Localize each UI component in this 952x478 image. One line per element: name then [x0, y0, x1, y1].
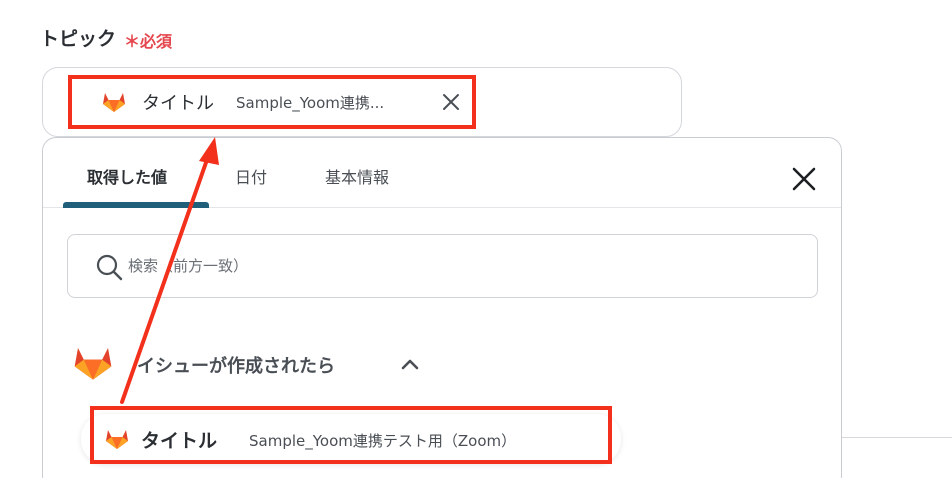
group-header-issue-created[interactable]: イシューが作成されたら [73, 334, 573, 394]
list-item[interactable]: タイトル Sample_Yoom連携テスト用（Zoom） [81, 414, 621, 464]
chevron-up-icon [401, 359, 419, 370]
group-label: イシューが作成されたら [137, 356, 335, 377]
search-icon [96, 254, 123, 281]
gitlab-icon [102, 91, 126, 113]
chip-value: Sample_Yoom連携... [236, 94, 385, 112]
search-box [67, 234, 818, 298]
required-badge: ＊必須 [124, 28, 172, 52]
search-input[interactable] [128, 249, 768, 283]
item-title: タイトル [141, 430, 218, 452]
chip-title: タイトル [142, 93, 214, 114]
tab-date[interactable]: 日付 [235, 164, 267, 188]
active-tab-indicator [63, 202, 209, 208]
required-text: 必須 [140, 32, 173, 51]
close-icon[interactable] [790, 165, 818, 193]
selected-value-chip[interactable]: タイトル Sample_Yoom連携... [70, 77, 474, 127]
field-label: トピック [40, 28, 117, 50]
item-value: Sample_Yoom連携テスト用（Zoom） [249, 432, 517, 450]
gitlab-icon [73, 344, 113, 382]
tab-retrieved-values[interactable]: 取得した値 [87, 164, 167, 188]
close-icon[interactable] [440, 91, 462, 113]
divider [842, 437, 952, 438]
value-picker-panel: 取得した値 日付 基本情報 イシューが作成されたら タイトル Sample_Yo… [42, 137, 842, 478]
tab-basic-info[interactable]: 基本情報 [325, 164, 389, 188]
gitlab-icon [105, 428, 129, 450]
picker-tabs: 取得した値 日付 基本情報 [43, 138, 841, 208]
required-mark: ＊ [124, 32, 141, 51]
